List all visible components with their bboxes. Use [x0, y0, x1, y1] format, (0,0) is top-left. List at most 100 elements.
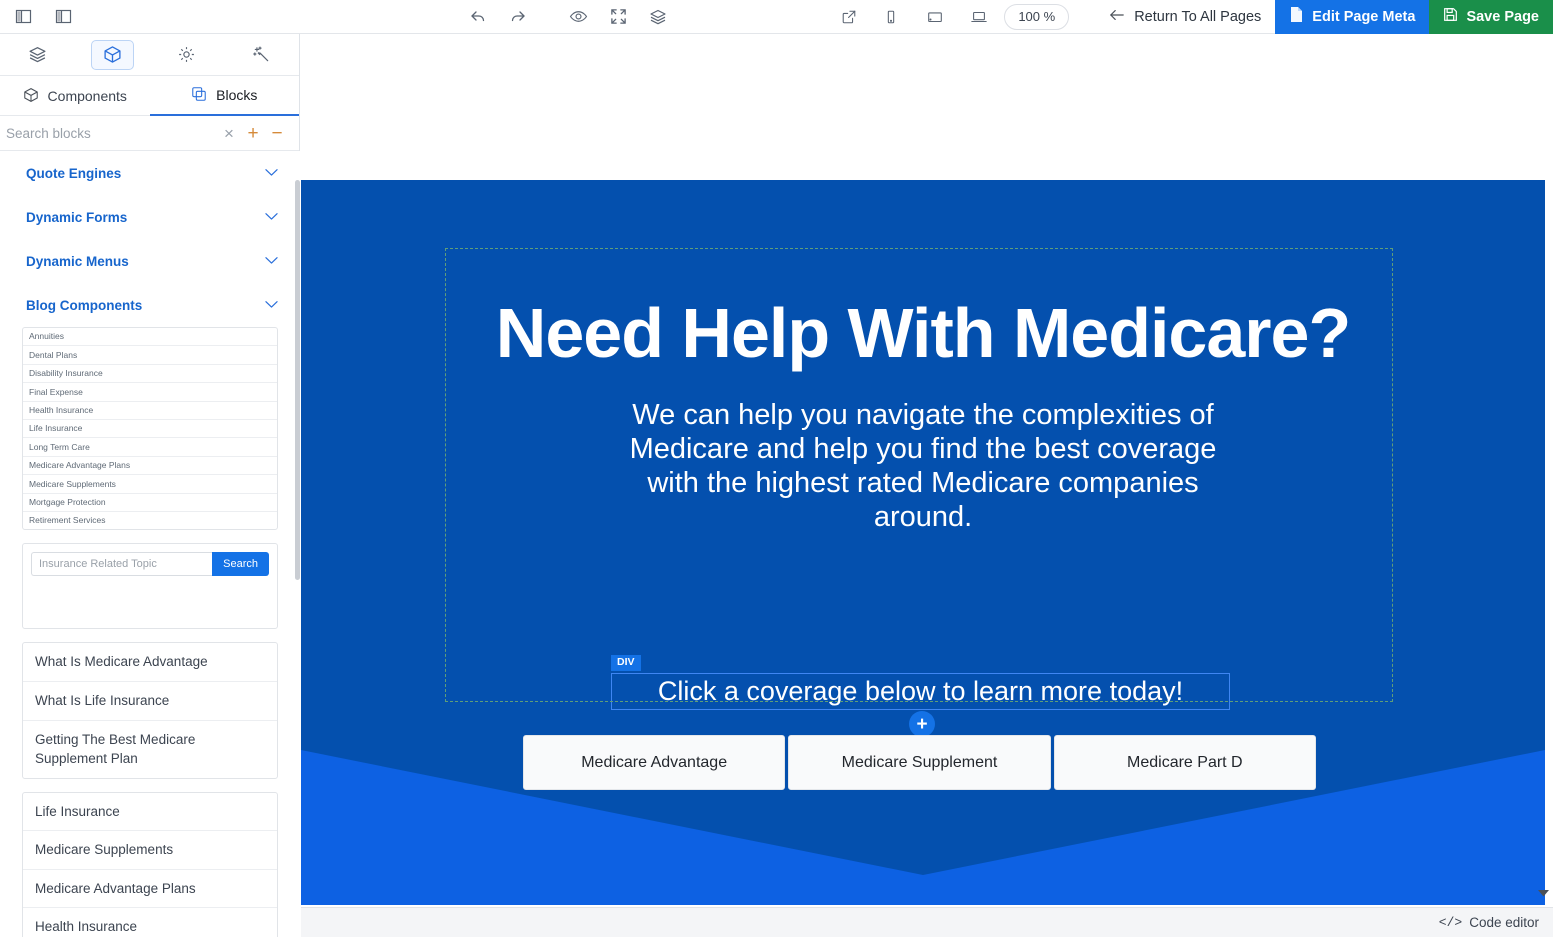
edit-page-meta-button[interactable]: Edit Page Meta: [1275, 0, 1430, 34]
block-category-list[interactable]: Life Insurance Medicare Supplements Medi…: [22, 791, 278, 937]
back-arrow-icon: [1109, 8, 1125, 26]
add-block-button[interactable]: +: [909, 711, 935, 737]
preview-eye-icon[interactable]: [565, 4, 591, 30]
hero-subtitle[interactable]: We can help you navigate the complexitie…: [623, 368, 1223, 534]
chevron-down-icon: [265, 208, 278, 226]
selected-div-text[interactable]: Click a coverage below to learn more tod…: [612, 674, 1229, 709]
mobile-view-icon[interactable]: [878, 4, 904, 30]
list-item: Long Term Care: [23, 438, 277, 457]
chevron-down-icon: [265, 252, 278, 270]
coverage-button-medicare-supplement[interactable]: Medicare Supplement: [788, 735, 1051, 790]
tab-components[interactable]: Components: [0, 76, 150, 116]
tablet-view-icon[interactable]: [922, 4, 948, 30]
hero-content: Need Help With Medicare? We can help you…: [301, 180, 1545, 534]
code-brackets-icon: </>: [1438, 915, 1463, 930]
tab-components-label: Components: [47, 88, 127, 104]
chevron-down-icon: [265, 296, 278, 314]
toolbar-center-group: [300, 4, 836, 30]
panel-tabs: Components Blocks: [0, 76, 299, 116]
redo-icon[interactable]: [505, 4, 531, 30]
block-category-dynamic-menus[interactable]: Dynamic Menus: [0, 239, 300, 283]
list-item: What Is Life Insurance: [23, 682, 277, 721]
coverage-button-medicare-advantage[interactable]: Medicare Advantage: [523, 735, 786, 790]
layer-manager-icon[interactable]: [0, 34, 75, 76]
collapse-all-icon[interactable]: −: [265, 124, 289, 143]
list-item: Getting The Best Medicare Supplement Pla…: [35, 731, 196, 767]
list-item: Retirement Services: [29, 515, 106, 526]
list-item: Medicare Advantage Plans: [23, 457, 277, 476]
page-canvas: Need Help With Medicare? We can help you…: [301, 34, 1553, 937]
canvas-scroll-down-arrow[interactable]: [1538, 889, 1550, 901]
list-item: Medicare Supplements: [23, 831, 277, 870]
panel-mode-switcher: [0, 34, 299, 76]
edit-page-meta-label: Edit Page Meta: [1312, 8, 1416, 25]
category-label: Dynamic Forms: [26, 209, 128, 225]
block-thumbnails: Annuities Dental Plans Disability Insura…: [0, 327, 300, 937]
settings-gear-icon[interactable]: [150, 34, 225, 76]
desktop-view-icon[interactable]: [966, 4, 992, 30]
block-search-widget[interactable]: Search: [22, 543, 278, 630]
list-item: Health Insurance: [23, 402, 277, 421]
zoom-level-control[interactable]: 100 %: [1004, 3, 1070, 30]
save-page-button[interactable]: Save Page: [1429, 0, 1553, 34]
chevron-down-icon: [265, 164, 278, 182]
list-item: Mortgage Protection: [23, 494, 277, 513]
category-label: Dynamic Menus: [26, 253, 129, 269]
list-item: Health Insurance: [35, 919, 138, 935]
page-title[interactable]: Need Help With Medicare?: [301, 180, 1545, 368]
block-category-blog-components[interactable]: Blog Components: [0, 283, 300, 327]
category-label: Blog Components: [26, 297, 143, 313]
clear-search-icon[interactable]: ×: [217, 125, 241, 142]
coverage-buttons-row: Medicare Advantage Medicare Supplement M…: [523, 735, 1316, 790]
tab-blocks-label: Blocks: [216, 87, 258, 103]
tab-blocks[interactable]: Blocks: [149, 76, 299, 116]
list-item: Life Insurance: [23, 420, 277, 439]
top-toolbar: 100 % Return To All Pages Edit Page Meta: [0, 0, 1553, 34]
insurance-topic-input[interactable]: [31, 552, 213, 577]
coverage-button-medicare-part-d[interactable]: Medicare Part D: [1053, 735, 1316, 790]
style-wand-icon[interactable]: [224, 34, 299, 76]
list-item: Final Expense: [23, 383, 277, 402]
code-editor-label: Code editor: [1469, 915, 1539, 930]
block-category-quote-engines[interactable]: Quote Engines: [0, 151, 300, 195]
return-to-all-pages-button[interactable]: Return To All Pages: [1097, 0, 1275, 34]
return-to-all-pages-label: Return To All Pages: [1134, 8, 1262, 25]
category-label: Quote Engines: [26, 165, 122, 181]
list-item: Dental Plans: [23, 346, 277, 365]
hero-section[interactable]: Need Help With Medicare? We can help you…: [301, 180, 1545, 905]
block-insurance-menu[interactable]: Annuities Dental Plans Disability Insura…: [22, 327, 278, 531]
save-page-label: Save Page: [1466, 8, 1539, 25]
block-manager-icon[interactable]: [75, 34, 150, 76]
toggle-right-panel-icon[interactable]: [50, 4, 76, 30]
blocks-panel-scrollbar[interactable]: [295, 180, 300, 580]
code-editor-button[interactable]: </> Code editor: [1439, 915, 1539, 930]
bottom-status-bar: </> Code editor: [301, 907, 1553, 937]
toolbar-left-group: [0, 4, 300, 30]
list-item: Disability Insurance: [23, 365, 277, 384]
fullscreen-icon[interactable]: [605, 4, 631, 30]
list-item: Medicare Supplements: [23, 475, 277, 494]
undo-icon[interactable]: [465, 4, 491, 30]
block-category-dynamic-forms[interactable]: Dynamic Forms: [0, 195, 300, 239]
layers-icon[interactable]: [645, 4, 671, 30]
expand-all-icon[interactable]: +: [241, 124, 265, 143]
blocks-list: Quote Engines Dynamic Forms Dynamic Menu…: [0, 151, 300, 937]
search-widget-row: Search: [31, 552, 269, 577]
open-external-icon[interactable]: [836, 4, 862, 30]
list-item: Annuities: [23, 328, 277, 347]
list-item: What Is Medicare Advantage: [23, 643, 277, 683]
block-article-list[interactable]: What Is Medicare Advantage What Is Life …: [22, 642, 278, 779]
toggle-left-panel-icon[interactable]: [10, 4, 36, 30]
block-search-row: × + −: [0, 116, 299, 151]
page-meta-file-icon: [1289, 6, 1304, 27]
copy-blocks-icon: [191, 86, 207, 105]
list-item: Medicare Advantage Plans: [23, 870, 277, 909]
selection-badge: DIV: [611, 655, 641, 671]
save-disk-icon: [1443, 7, 1458, 26]
search-blocks-input[interactable]: [6, 125, 217, 141]
left-panel: Components Blocks × + − Quote Engines Dy…: [0, 34, 300, 937]
selected-div-element[interactable]: DIV Click a coverage below to learn more…: [611, 655, 1230, 710]
toolbar-right-group: 100 % Return To All Pages Edit Page Meta: [836, 0, 1553, 34]
cube-icon: [23, 87, 39, 106]
search-widget-button[interactable]: Search: [212, 552, 269, 577]
